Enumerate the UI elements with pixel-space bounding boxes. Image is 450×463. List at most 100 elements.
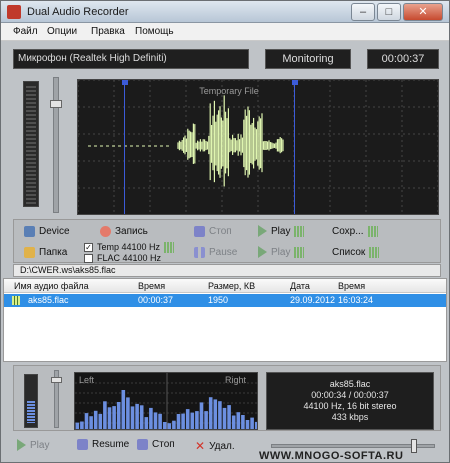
watermark: WWW.MNOGO-SOFTA.RU [259,450,404,462]
spectrum-right-label: Right [225,375,247,385]
elapsed-time-display: 00:00:37 [367,49,439,69]
list-button[interactable]: Список [332,243,380,261]
maximize-button[interactable]: □ [377,3,401,21]
column-header-duration[interactable]: Время [138,281,165,291]
player-stop-label: Стоп [152,439,175,450]
player-delete-label: Удал. [209,440,235,452]
waveform-svg [78,80,438,214]
meter-segment [26,114,36,116]
menu-help[interactable]: Помощь [135,26,174,37]
now-playing-bitrate: 433 kbps [331,412,369,422]
meter-segment [26,154,36,156]
meter-segment [26,90,36,92]
spectrum-bar [139,405,144,429]
spectrum-bar [126,397,130,429]
audio-file-icon [12,296,20,305]
spectrum-bar [208,397,213,429]
player-volume-slider[interactable] [271,439,435,453]
flac-format-label: FLAC 44100 Hz [97,253,162,263]
player-resume-label: Resume [92,439,130,450]
now-playing-format: 44100 Hz, 16 bit stereo [303,401,397,411]
meter-segment [26,158,36,160]
spectrum-bar [149,407,153,429]
mode-display[interactable]: Monitoring [265,49,351,69]
player-delete-button[interactable]: ✕ Удал. [195,439,235,453]
player-stop-button[interactable]: Стоп [137,439,175,450]
close-button[interactable]: ✕ [403,3,443,21]
player-play-button[interactable]: Play [17,439,49,451]
waveform-title: Temporary File [199,86,259,96]
pause-record-button[interactable]: Pause [194,243,237,261]
waveform-display: Temporary File [77,79,439,215]
now-playing-position: 00:00:34 / 00:00:37 [311,390,389,400]
meter-segment [26,102,36,104]
menu-file[interactable]: Файл [13,26,38,37]
end-marker-icon[interactable] [292,80,298,85]
end-marker[interactable] [294,80,295,214]
meter-segment [26,166,36,168]
save-level-icon [367,225,378,237]
meter-segment [26,170,36,172]
menu-edit[interactable]: Правка [91,26,125,37]
list-level-icon [369,246,380,258]
column-header-time[interactable]: Время [338,281,365,291]
meter-segment [26,122,36,124]
input-volume-slider-thumb[interactable] [50,100,62,108]
spectrum-bar [250,417,254,429]
play-temp-button[interactable]: Play [258,222,305,240]
column-header-date[interactable]: Дата [290,281,310,291]
start-marker-icon[interactable] [122,80,128,85]
start-marker[interactable] [124,80,125,214]
file-path-field[interactable]: D:\CWER.ws\aks85.flac [13,264,441,277]
folder-button[interactable]: Папка [24,243,67,261]
spectrum-bar [80,421,84,429]
spectrum-bar [130,406,135,429]
output-volume-slider[interactable] [51,370,62,428]
meter-segment [26,174,36,176]
column-header-size[interactable]: Размер, КВ [208,281,255,291]
spectrum-bar [190,412,195,429]
pause-icon [194,246,205,258]
spectrum-bar [204,411,208,429]
file-time-cell: 16:03:24 [338,295,374,305]
meter-segment [26,138,36,140]
record-button-label: Запись [115,225,148,237]
table-row[interactable]: aks85.flac 00:00:37 1950 29.09.2012 16:0… [4,294,446,307]
now-playing-file: aks85.flac [329,379,371,389]
meter-segment [26,126,36,128]
device-icon [24,225,35,237]
meter-segment [26,190,36,192]
meter-segment [26,142,36,144]
flac-format-checkbox[interactable] [84,253,93,263]
input-volume-slider[interactable] [50,77,62,213]
spectrum-bar [89,416,93,429]
input-device-display[interactable]: Микрофон (Realtek High Definiti) [13,49,249,69]
column-header-name[interactable]: Имя аудио файла [14,281,89,291]
spectrum-bar [121,390,126,429]
meter-segment [26,130,36,132]
spectrum-bar [218,401,222,429]
play-level-icon [294,225,305,237]
meter-segment [26,110,36,112]
menu-bar: Файл Опции Правка Помощь [1,23,449,41]
meter-segment [26,198,36,200]
device-button-label: Device [39,225,70,237]
play-file-button[interactable]: Play [258,243,305,261]
meter-segment [26,150,36,152]
minimize-button[interactable]: – [351,3,375,21]
player-volume-slider-thumb[interactable] [411,439,417,453]
save-button[interactable]: Сохр... [332,222,378,240]
output-level-meter [24,374,38,428]
output-volume-slider-thumb[interactable] [51,377,62,383]
spectrum-bar [231,415,236,429]
folder-icon [24,246,35,258]
control-panel: Device Папка Запись Стоп Pause ✓ Temp 44… [13,219,441,263]
device-button[interactable]: Device [24,222,70,240]
menu-options[interactable]: Опции [47,26,77,37]
file-name-cell: aks85.flac [28,295,69,305]
stop-record-button[interactable]: Стоп [194,222,232,240]
title-bar: Dual Audio Recorder – □ ✕ [1,1,449,23]
player-resume-button[interactable]: Resume [77,439,129,450]
input-level-meter [23,81,39,207]
spectrum-bar [98,413,103,429]
